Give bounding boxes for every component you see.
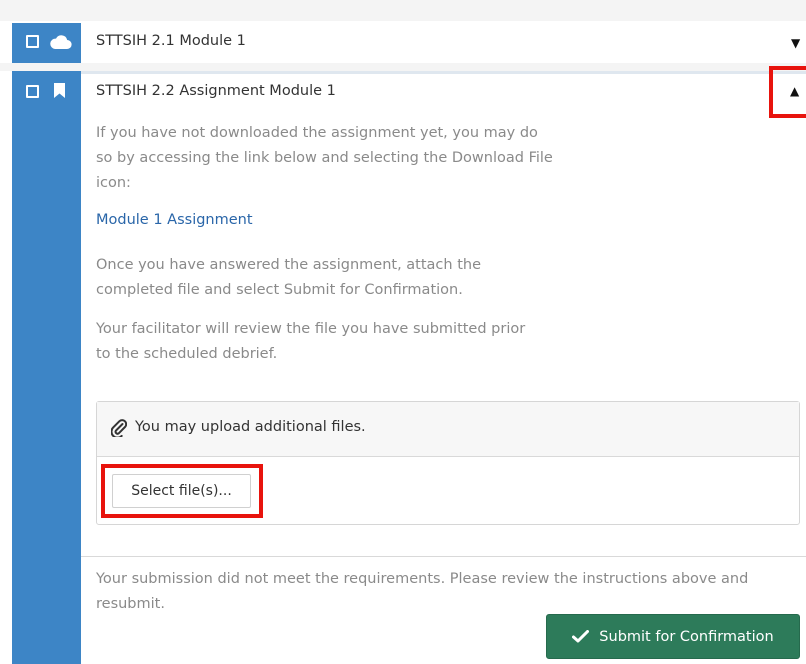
collapse-toggle-highlight[interactable]: ▲	[769, 66, 806, 118]
cloud-icon	[50, 35, 72, 50]
completion-checkbox[interactable]	[26, 35, 39, 48]
checkmark-icon	[572, 630, 590, 643]
select-files-button[interactable]: Select file(s)...	[112, 474, 251, 508]
upload-panel-header: You may upload additional files.	[97, 402, 799, 457]
assignment-link[interactable]: Module 1 Assignment	[96, 212, 253, 228]
submit-label: Submit for Confirmation	[599, 628, 774, 645]
instruction-paragraph: Once you have answered the assignment, a…	[96, 257, 482, 298]
bookmark-icon	[54, 83, 65, 98]
section-divider	[81, 556, 806, 557]
item-title[interactable]: STTSIH 2.1 Module 1	[96, 33, 246, 49]
caret-up-icon[interactable]: ▲	[790, 84, 799, 98]
instruction-paragraph: Your facilitator will review the file yo…	[96, 321, 526, 362]
completion-checkbox[interactable]	[26, 85, 39, 98]
instruction-paragraph: If you have not downloaded the assignmen…	[96, 125, 553, 191]
header-divider	[81, 71, 806, 74]
module-item-row[interactable]: STTSIH 2.1 Module 1 ▼	[0, 21, 806, 63]
item-title[interactable]: STTSIH 2.2 Assignment Module 1	[96, 83, 336, 99]
item-rail	[12, 23, 81, 63]
caret-down-icon[interactable]: ▼	[791, 36, 800, 50]
row-divider	[0, 63, 806, 71]
upload-hint: You may upload additional files.	[135, 419, 366, 435]
top-background	[0, 0, 806, 21]
paperclip-icon	[111, 419, 127, 437]
item-rail	[12, 71, 81, 664]
submission-status-message: Your submission did not meet the require…	[96, 571, 749, 612]
submit-for-confirmation-button[interactable]: Submit for Confirmation	[546, 614, 800, 659]
